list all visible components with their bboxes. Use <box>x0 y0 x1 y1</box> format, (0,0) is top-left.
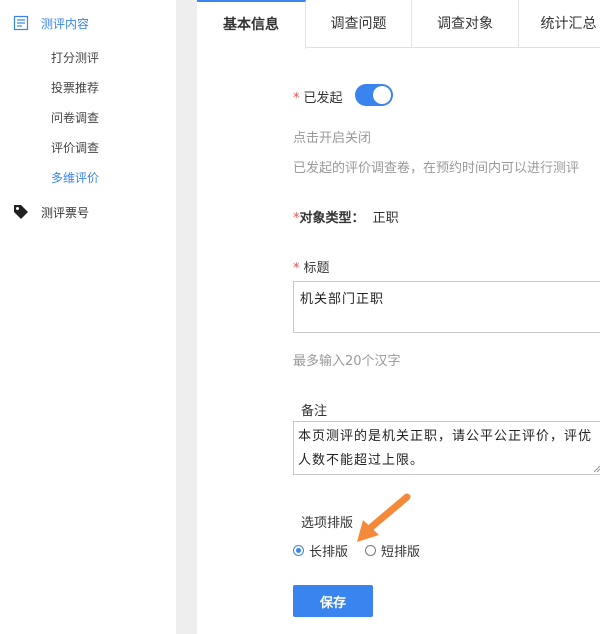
tag-icon <box>12 203 30 221</box>
required-marker: * <box>293 261 300 276</box>
remark-input[interactable]: 本页测评的是机关正职，请公平公正评价，评优人数不能超过上限。 <box>293 421 600 475</box>
title-input[interactable]: 机关部门正职 <box>293 281 600 333</box>
required-marker: * <box>293 91 300 106</box>
remark-label: 备注 <box>301 404 328 419</box>
sidebar-item-questionnaire[interactable]: 问卷调查 <box>51 110 99 126</box>
launched-hint: 点击开启关闭 <box>293 131 372 146</box>
toggle-knob <box>373 86 391 104</box>
radio-checked-icon <box>293 545 304 556</box>
sidebar-item-evaluation-survey[interactable]: 评价调查 <box>51 140 99 156</box>
launched-toggle[interactable] <box>355 84 393 106</box>
sidebar: 测评内容 打分测评 投票推荐 问卷调查 评价调查 多维评价 测评票号 <box>0 0 176 634</box>
title-label: * 标题 <box>293 261 330 276</box>
object-type-label: 对象类型： <box>299 211 365 226</box>
sidebar-section-label: 测评票号 <box>41 205 90 220</box>
launched-description: 已发起的评价调查卷，在预约时间内可以进行测评 <box>293 161 580 176</box>
title-hint: 最多输入20个汉字 <box>293 354 401 369</box>
layout-label: 选项排版 <box>301 516 354 531</box>
layout-gutter <box>176 0 197 634</box>
object-type-value: 正职 <box>372 211 399 226</box>
list-icon <box>12 14 30 32</box>
launched-label: * 已发起 <box>293 91 343 106</box>
sidebar-section-label: 测评内容 <box>41 16 90 31</box>
resize-handle-icon[interactable] <box>593 465 600 473</box>
save-button[interactable]: 保存 <box>293 585 373 617</box>
sidebar-item-vote-recommend[interactable]: 投票推荐 <box>51 80 99 96</box>
layout-option-long[interactable]: 长排版 <box>293 541 348 560</box>
sidebar-section-ballot-number[interactable]: 测评票号 <box>12 200 89 224</box>
sidebar-item-score-eval[interactable]: 打分测评 <box>51 50 99 66</box>
object-type-row: *对象类型： 正职 <box>293 207 399 226</box>
annotation-arrow-icon <box>357 493 411 542</box>
sidebar-section-evaluation-content[interactable]: 测评内容 <box>12 11 89 35</box>
sidebar-item-multidimensional-eval[interactable]: 多维评价 <box>51 170 99 186</box>
